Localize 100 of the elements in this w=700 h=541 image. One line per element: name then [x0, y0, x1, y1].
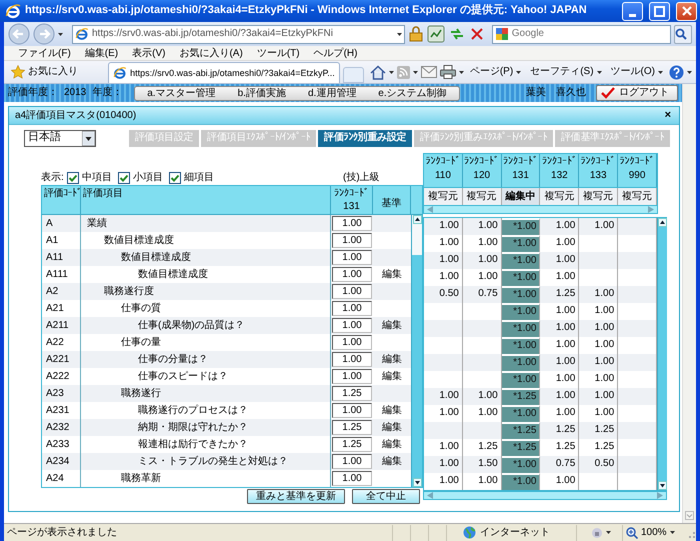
menu-item[interactable]: 編集(E) [78, 46, 124, 60]
menu-item[interactable]: ファイル(F) [12, 46, 77, 60]
edit-link[interactable]: 編集 [382, 405, 402, 416]
maximize-button[interactable] [649, 2, 670, 20]
globe-icon [463, 526, 476, 539]
back-button[interactable] [8, 23, 30, 45]
table-cell: 1.00 [424, 252, 463, 269]
vertical-scrollbar[interactable] [411, 215, 422, 487]
home-icon[interactable] [370, 64, 386, 80]
weight-field[interactable]: 1.00 [332, 352, 372, 367]
edit-link[interactable]: 編集 [382, 269, 402, 280]
edit-link[interactable]: 編集 [382, 354, 402, 365]
search-box[interactable]: Google [492, 24, 671, 44]
horizontal-scrollbar[interactable] [423, 491, 667, 500]
edit-link[interactable]: 編集 [382, 371, 402, 382]
table-cell: *1.00 [502, 218, 540, 235]
weight-field[interactable]: 1.00 [332, 471, 372, 486]
user-name: 葉美 喜久也 [526, 87, 586, 99]
table-cell: *1.00 [502, 320, 540, 337]
weight-field[interactable]: 1.25 [332, 386, 372, 401]
weight-field[interactable]: 1.00 [332, 267, 372, 282]
browser-tab[interactable]: https://srv0.was-abi.jp/otameshi0/?3akai4=EtzkyP... [108, 62, 340, 83]
zoom-button[interactable]: 100% [622, 524, 684, 540]
close-button[interactable]: × [662, 110, 673, 121]
menu-item[interactable]: 表示(V) [126, 46, 172, 60]
table-cell: *1.00 [502, 456, 540, 473]
zone-label: インターネット [480, 526, 550, 538]
vertical-scrollbar[interactable] [657, 218, 667, 490]
table-cell: 職務革新 [121, 473, 161, 484]
stop-icon[interactable] [468, 26, 485, 42]
logout-button[interactable]: ログアウト [596, 85, 678, 101]
weight-field[interactable]: 1.00 [332, 284, 372, 299]
column-header-code: 120 [473, 170, 490, 182]
weight-field[interactable]: 1.00 [332, 233, 372, 248]
column-header: 評価項目 [83, 188, 124, 200]
nav-button[interactable]: e.システム制御 [374, 86, 451, 100]
weight-field[interactable]: 1.00 [332, 301, 372, 316]
forward-button[interactable] [33, 23, 55, 45]
command-menu[interactable]: ページ(P) [466, 62, 524, 82]
language-select[interactable]: 日本語 [24, 130, 96, 146]
weight-field[interactable]: 1.25 [332, 437, 372, 452]
table-cell: 1.25 [579, 422, 618, 439]
checkbox[interactable] [118, 172, 130, 184]
table-cell: A22 [46, 337, 64, 348]
checkbox[interactable] [168, 172, 181, 184]
page-logo-icon [113, 66, 128, 80]
close-button[interactable] [676, 2, 697, 20]
command-menu[interactable]: ツール(O) [608, 62, 666, 82]
table-cell: *1.25 [502, 439, 540, 456]
nav-button[interactable]: b.評価実施 [234, 86, 290, 100]
caret-icon [82, 130, 95, 146]
menu-item[interactable]: ヘルプ(H) [308, 46, 364, 60]
menu-item[interactable]: ツール(T) [250, 46, 306, 60]
checkbox-label: 小項目 [132, 172, 163, 184]
edit-link[interactable]: 編集 [382, 456, 402, 467]
edit-link[interactable]: 編集 [382, 422, 402, 433]
update-button[interactable]: 重みと基準を更新 [247, 489, 345, 504]
weight-field[interactable]: 1.25 [332, 420, 372, 435]
cancel-all-button[interactable]: 全て中止 [352, 489, 420, 504]
table-cell: 1.00 [424, 456, 463, 473]
weight-field[interactable]: 1.00 [332, 250, 372, 265]
table-cell: 1.25 [540, 286, 580, 303]
table-cell: *1.00 [502, 235, 540, 252]
horizontal-scrollbar[interactable] [423, 205, 658, 214]
table-cell: A233 [46, 439, 70, 450]
status-cell: 編集中 [502, 188, 540, 205]
minimize-icon [629, 14, 636, 16]
table-cell: 1.00 [579, 320, 618, 337]
weight-field[interactable]: 1.00 [332, 454, 372, 469]
table-cell: *1.00 [502, 252, 540, 269]
caret-icon [596, 70, 602, 74]
scroll-down-icon [658, 481, 667, 490]
nav-button[interactable]: d.運用管理 [304, 86, 360, 100]
search-button[interactable] [674, 24, 692, 44]
minimize-button[interactable] [622, 2, 643, 20]
edit-link[interactable]: 編集 [382, 320, 402, 331]
table-cell: *1.00 [502, 269, 540, 286]
weight-field[interactable]: 1.00 [332, 403, 372, 418]
favorites-button[interactable]: お気に入り [8, 62, 81, 82]
weight-field[interactable]: 1.00 [332, 369, 372, 384]
address-bar[interactable]: https://srv0.was-abi.jp/otameshi0/?3akai4=EtzkyPkFNi [72, 24, 405, 44]
menu-item[interactable]: お気に入り(A) [173, 46, 249, 60]
column-header: 基準 [382, 198, 402, 210]
caret-icon [396, 32, 402, 36]
weight-field[interactable]: 1.00 [332, 335, 372, 350]
scroll-right-icon [648, 206, 654, 213]
search-field[interactable]: Google [512, 28, 668, 40]
tab[interactable]: 評価ﾗﾝｸ別重み設定 [318, 130, 412, 146]
address-field[interactable]: https://srv0.was-abi.jp/otameshi0/?3akai4=EtzkyPkFNi [92, 28, 394, 40]
help-icon[interactable] [668, 64, 684, 80]
lock-icon [408, 26, 424, 42]
edit-link[interactable]: 編集 [382, 439, 402, 450]
print-icon[interactable] [440, 65, 456, 79]
weight-field[interactable]: 1.00 [332, 318, 372, 333]
nav-button[interactable]: a.マスター管理 [143, 86, 220, 100]
weight-field[interactable]: 1.00 [332, 216, 372, 231]
command-menu[interactable]: セーフティ(S) [527, 62, 605, 82]
mail-icon[interactable] [420, 66, 437, 78]
checkbox[interactable] [66, 172, 79, 184]
filter-label: 表示: [41, 172, 64, 184]
